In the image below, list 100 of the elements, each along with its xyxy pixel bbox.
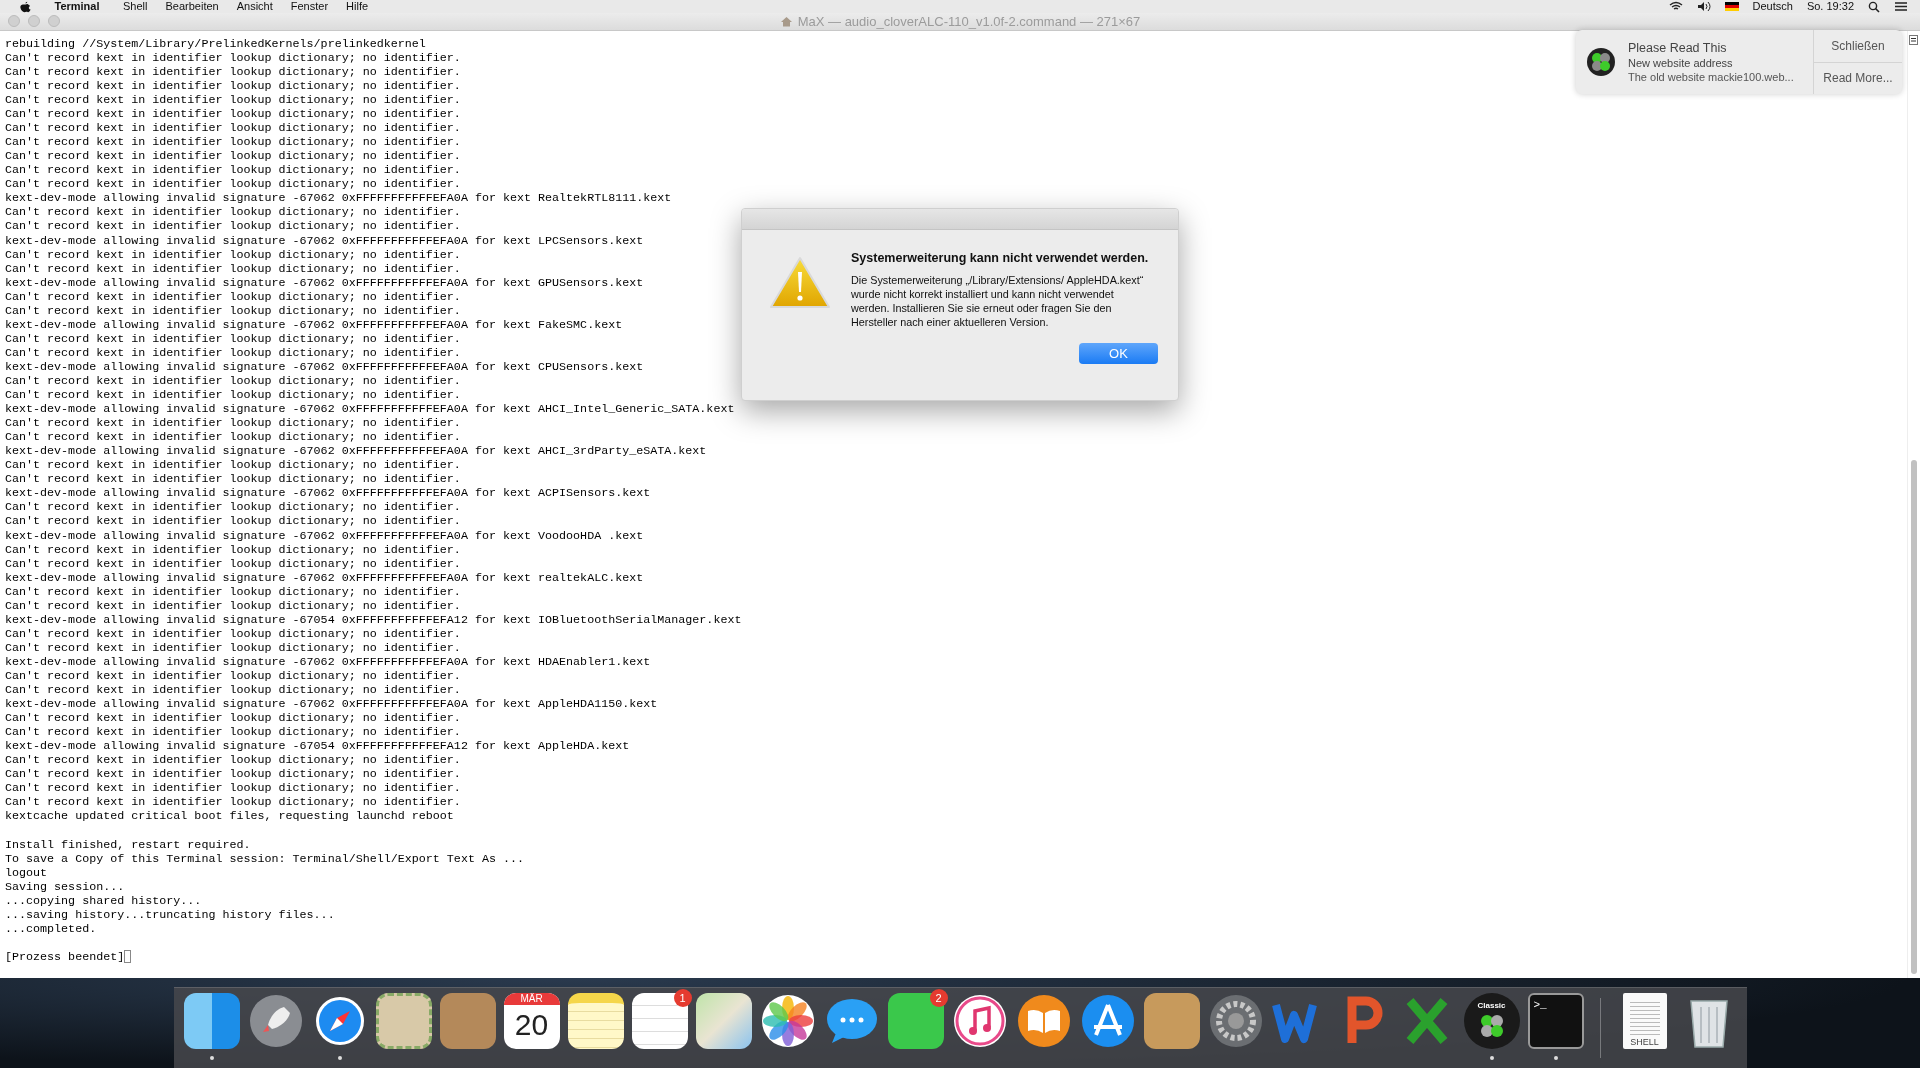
terminal-line: kext-dev-mode allowing invalid signature -67062 0xFFFFFFFFFFFEFA0A for kext FakeSMC.kext xyxy=(5,317,623,332)
notification-badge: 1 xyxy=(673,989,692,1007)
terminal-line: ...saving history...truncating history files... xyxy=(5,907,335,922)
terminal-line: Can't record kext in identifier lookup dictionary; no identifier. xyxy=(5,205,461,220)
terminal-line: kext-dev-mode allowing invalid signature -67062 0xFFFFFFFFFFFEFA0A for kext AHCI_3rdParty_eSATA.kext xyxy=(5,444,707,459)
terminal-line: Can't record kext in identifier lookup dictionary; no identifier. xyxy=(5,345,461,360)
terminal-line: kext-dev-mode allowing invalid signature -67062 0xFFFFFFFFFFFEFA0A for kext VoodooHDA .kext xyxy=(5,528,644,543)
clock[interactable]: So. 19:32 xyxy=(1806,0,1854,13)
document-icon[interactable]: SHELL xyxy=(1622,993,1667,1049)
menu-item[interactable]: Bearbeiten xyxy=(165,0,219,13)
checklist-icon[interactable] xyxy=(631,993,688,1049)
notification-subtitle: New website address xyxy=(1628,57,1734,69)
terminal-line: Can't record kext in identifier lookup dictionary; no identifier. xyxy=(5,261,461,276)
menu-icon[interactable] xyxy=(1894,1,1908,12)
terminal-line: [Prozess beendet] xyxy=(5,949,125,964)
wifi-icon[interactable] xyxy=(1668,1,1683,12)
notepad-icon[interactable] xyxy=(567,993,624,1049)
notification-button[interactable]: Schließen xyxy=(1814,30,1902,63)
terminal-line: To save a Copy of this Terminal session: Terminal/Shell/Export Text As ... xyxy=(5,851,524,866)
terminal-line: Can't record kext in identifier lookup dictionary; no identifier. xyxy=(5,767,461,782)
terminal-line: rebuilding //System/Library/PrelinkedKernels/prelinkedkernel xyxy=(5,36,426,51)
terminal-line: kext-dev-mode allowing invalid signature -67054 0xFFFFFFFFFFFEFA12 for kext AppleHDA.kext xyxy=(5,739,630,754)
terminal-line: kext-dev-mode allowing invalid signature -67062 0xFFFFFFFFFFFEFA0A for kext RealtekRTL8111.kext xyxy=(5,191,672,206)
music-note-icon[interactable] xyxy=(951,993,1008,1049)
settings-icon[interactable] xyxy=(1207,993,1264,1049)
terminal-line: Can't record kext in identifier lookup dictionary; no identifier. xyxy=(5,177,461,192)
terminal-line: ...completed. xyxy=(5,921,97,936)
terminal-line: Can't record kext in identifier lookup dictionary; no identifier. xyxy=(5,388,461,403)
terminal-line: Install finished, restart required. xyxy=(5,837,251,852)
text-cursor xyxy=(124,950,132,964)
terminal-line: Can't record kext in identifier lookup dictionary; no identifier. xyxy=(5,149,461,164)
terminal-line: Can't record kext in identifier lookup dictionary; no identifier. xyxy=(5,668,461,683)
search-icon[interactable] xyxy=(1868,0,1880,13)
apple-logo-icon[interactable] xyxy=(20,0,31,13)
clover-icon xyxy=(1586,47,1616,77)
terminal-line: Can't record kext in identifier lookup dictionary; no identifier. xyxy=(5,711,461,726)
menu-item[interactable]: Ansicht xyxy=(236,0,273,13)
terminal-line: Can't record kext in identifier lookup dictionary; no identifier. xyxy=(5,472,461,487)
calendar-icon[interactable]: MÄR 20 xyxy=(503,993,560,1049)
terminal-line: Can't record kext in identifier lookup dictionary; no identifier. xyxy=(5,500,461,515)
terminal-line: ...copying shared history... xyxy=(5,893,202,908)
flower-icon[interactable] xyxy=(759,993,816,1049)
terminal-line: Can't record kext in identifier lookup dictionary; no identifier. xyxy=(5,430,461,445)
terminal-line: Can't record kext in identifier lookup dictionary; no identifier. xyxy=(5,781,461,796)
terminal-line: Can't record kext in identifier lookup dictionary; no identifier. xyxy=(5,640,461,655)
house-icon xyxy=(779,15,793,27)
terminal-icon[interactable]: >_ xyxy=(1527,993,1584,1049)
dialog-message: Die Systemerweiterung „/Library/Extensions/ AppleHDA.kext“ wurde nicht korrekt installiert und kann nicht verwendet werden. Installieren Sie sie erneut oder fragen Sie den Hersteller nach einer aktuelleren Version. xyxy=(851,273,1145,329)
terminal-line: Can't record kext in identifier lookup dictionary; no identifier. xyxy=(5,121,461,136)
terminal-line: Can't record kext in identifier lookup dictionary; no identifier. xyxy=(5,107,461,122)
volume-icon[interactable] xyxy=(1696,1,1711,12)
terminal-line: Can't record kext in identifier lookup dictionary; no identifier. xyxy=(5,626,461,641)
notification-badge: 2 xyxy=(929,989,948,1007)
terminal-line: kext-dev-mode allowing invalid signature -67062 0xFFFFFFFFFFFEFA0A for kext HDAEnabler1.kext xyxy=(5,654,651,669)
terminal-line: kext-dev-mode allowing invalid signature -67054 0xFFFFFFFFFFFEFA12 for kext IOBluetoothSerialManager.kext xyxy=(5,612,742,627)
terminal-line: kext-dev-mode allowing invalid signature -67062 0xFFFFFFFFFFFEFA0A for kext AHCI_Intel_Generic_SATA.kext xyxy=(5,402,735,417)
terminal-line: Can't record kext in identifier lookup dictionary; no identifier. xyxy=(5,753,461,768)
terminal-line: kext-dev-mode allowing invalid signature -67062 0xFFFFFFFFFFFEFA0A for kext CPUSensors.kext xyxy=(5,359,644,374)
terminal-line: Can't record kext in identifier lookup dictionary; no identifier. xyxy=(5,795,461,810)
terminal-line: Can't record kext in identifier lookup dictionary; no identifier. xyxy=(5,50,461,65)
terminal-line: kext-dev-mode allowing invalid signature -67062 0xFFFFFFFFFFFEFA0A for kext AppleHDA1150.kext xyxy=(5,697,658,712)
book-icon[interactable] xyxy=(1015,993,1072,1049)
menu-item[interactable]: Fenster xyxy=(290,0,329,13)
terminal-line: Can't record kext in identifier lookup dictionary; no identifier. xyxy=(5,93,461,108)
terminal-line: Can't record kext in identifier lookup dictionary; no identifier. xyxy=(5,374,461,389)
terminal-line: Saving session... xyxy=(5,879,125,894)
terminal-line: Can't record kext in identifier lookup dictionary; no identifier. xyxy=(5,163,461,178)
split-pane-icon[interactable] xyxy=(1909,34,1918,45)
terminal-line: kext-dev-mode allowing invalid signature -67062 0xFFFFFFFFFFFEFA0A for kext ACPISensors.kext xyxy=(5,486,651,501)
input-source-label[interactable]: Deutsch xyxy=(1752,0,1793,13)
notification-body: The old website mackie100.web... xyxy=(1628,71,1794,83)
terminal-line: Can't record kext in identifier lookup dictionary; no identifier. xyxy=(5,331,461,346)
app-store-icon[interactable] xyxy=(1079,993,1136,1049)
menu-item[interactable]: Hilfe xyxy=(346,0,369,13)
terminal-line: kext-dev-mode allowing invalid signature -67062 0xFFFFFFFFFFFEFA0A for kext LPCSensors.kext xyxy=(5,233,644,248)
warning-icon xyxy=(769,256,831,310)
terminal-line: Can't record kext in identifier lookup dictionary; no identifier. xyxy=(5,598,461,613)
terminal-line: Can't record kext in identifier lookup dictionary; no identifier. xyxy=(5,584,461,599)
clover-icon[interactable]: Classic xyxy=(1463,993,1520,1049)
notification-button[interactable]: Read More... xyxy=(1814,62,1902,94)
terminal-line: Can't record kext in identifier lookup dictionary; no identifier. xyxy=(5,219,461,234)
terminal-line: Can't record kext in identifier lookup dictionary; no identifier. xyxy=(5,64,461,79)
terminal-line: Can't record kext in identifier lookup dictionary; no identifier. xyxy=(5,416,461,431)
terminal-line: kextcache updated critical boot files, requesting launchd reboot xyxy=(5,809,454,824)
terminal-line: Can't record kext in identifier lookup dictionary; no identifier. xyxy=(5,514,461,529)
terminal-line: Can't record kext in identifier lookup dictionary; no identifier. xyxy=(5,135,461,150)
terminal-line: Can't record kext in identifier lookup dictionary; no identifier. xyxy=(5,683,461,698)
menu-title[interactable]: Terminal xyxy=(49,0,105,13)
terminal-line: Can't record kext in identifier lookup dictionary; no identifier. xyxy=(5,556,461,571)
terminal-line: Can't record kext in identifier lookup dictionary; no identifier. xyxy=(5,458,461,473)
terminal-line: Can't record kext in identifier lookup dictionary; no identifier. xyxy=(5,247,461,262)
notification-title: Please Read This xyxy=(1628,41,1728,55)
terminal-line: Can't record kext in identifier lookup dictionary; no identifier. xyxy=(5,303,461,318)
menu-item[interactable]: Shell xyxy=(123,0,148,13)
finder-icon[interactable] xyxy=(183,993,240,1049)
flag-icon xyxy=(1724,2,1739,11)
scrollbar-thumb[interactable] xyxy=(1911,460,1917,974)
terminal-line: Can't record kext in identifier lookup dictionary; no identifier. xyxy=(5,725,461,740)
rocket-icon[interactable] xyxy=(247,993,304,1049)
terminal-line: Can't record kext in identifier lookup dictionary; no identifier. xyxy=(5,542,461,557)
